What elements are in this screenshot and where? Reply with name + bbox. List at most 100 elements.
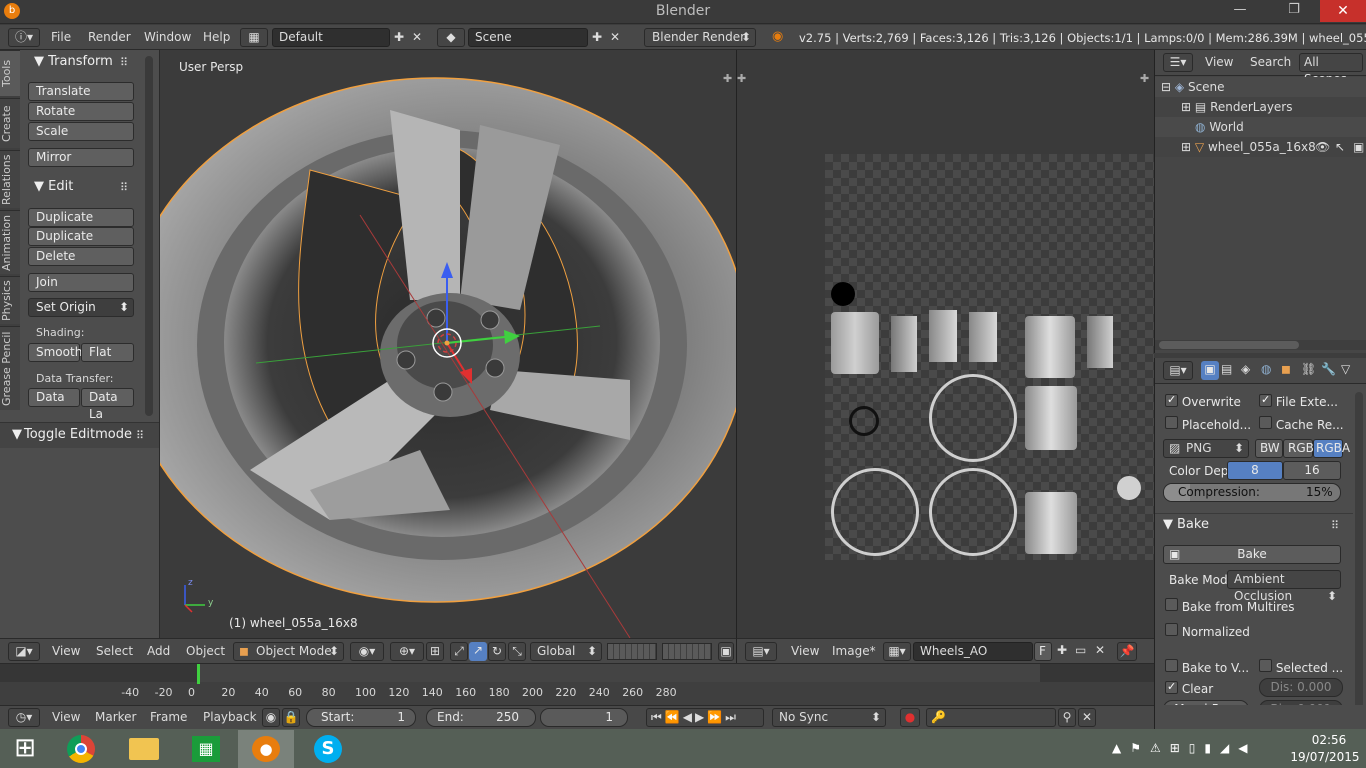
file-extensions-checkbox[interactable]: File Exte... (1259, 394, 1338, 409)
clock-time[interactable]: 02:56 (1304, 733, 1354, 747)
bake-from-multires-checkbox[interactable]: Bake from Multires (1165, 598, 1295, 614)
blender-icon[interactable]: ● (238, 730, 294, 768)
mirror-button[interactable]: Mirror (28, 148, 134, 167)
tab-physics[interactable]: Physics (0, 276, 20, 324)
editor-type-3d-icon[interactable]: ◪▾ (8, 642, 40, 661)
clear-checkbox[interactable]: Clear (1165, 681, 1213, 696)
bake-to-vertex-checkbox[interactable]: Bake to V... (1165, 659, 1249, 675)
cache-result-checkbox[interactable]: Cache Re... (1259, 416, 1344, 432)
remove-layout-icon[interactable]: ✕ (412, 30, 426, 44)
timeline-menu-marker[interactable]: Marker (95, 710, 136, 724)
pin-icon[interactable]: 📌 (1117, 642, 1137, 661)
editor-type-properties-icon[interactable]: ▤▾ (1163, 361, 1193, 380)
bake-mode-select[interactable]: Ambient Occlusion ⬍ (1227, 570, 1341, 603)
constraints-context-icon[interactable]: ⛓ (1301, 362, 1317, 376)
selected-to-active-checkbox[interactable]: Selected ... (1259, 659, 1343, 675)
fake-user-button[interactable]: F (1034, 642, 1052, 661)
outliner-row-wheel[interactable]: ⊞ ▽ wheel_055a_16x8 👁 ↖ ▣ (1155, 137, 1366, 157)
scene-context-icon[interactable]: ◈ (1241, 362, 1257, 376)
flat-button[interactable]: Flat (81, 343, 134, 362)
outliner-search-menu[interactable]: Search (1250, 55, 1291, 69)
image-name-field[interactable]: Wheels_AO (913, 642, 1033, 661)
insert-keyframe-icon[interactable]: ⚲ (1058, 708, 1076, 727)
overwrite-checkbox[interactable]: Overwrite (1165, 394, 1241, 409)
tab-create[interactable]: Create (0, 98, 20, 148)
editor-type-info-icon[interactable]: ⓘ▾ (8, 28, 40, 47)
bake-panel-header[interactable]: ▼ Bake ⠿ (1155, 513, 1353, 535)
render-context-icon[interactable]: ▣ (1201, 361, 1219, 380)
area-split-icon[interactable]: ✚ (1140, 72, 1149, 85)
tool-shelf-scrollbar[interactable] (145, 56, 153, 416)
bw-button[interactable]: BW (1255, 439, 1283, 458)
outliner-row-renderlayers[interactable]: ⊞ ▤ RenderLayers (1155, 97, 1366, 117)
file-explorer-icon[interactable] (116, 730, 172, 768)
preview-range-icon[interactable]: ◉ (262, 708, 280, 727)
timeline-menu-view[interactable]: View (52, 710, 80, 724)
set-origin-select[interactable]: Set Origin ⬍ (28, 298, 134, 317)
drag-handle-icon[interactable]: ⠿ (1331, 519, 1339, 532)
compression-slider[interactable]: Compression: 15% (1163, 483, 1341, 502)
world-context-icon[interactable]: ◍ (1261, 362, 1277, 376)
render-preview-icon[interactable]: ▣ (718, 642, 734, 661)
tab-animation[interactable]: Animation (0, 210, 20, 274)
maximize-button[interactable]: ❐ (1278, 0, 1310, 22)
close-button[interactable]: ✕ (1320, 0, 1366, 22)
normalized-checkbox[interactable]: Normalized (1165, 623, 1250, 639)
area-split-icon[interactable]: ✚ (723, 72, 732, 85)
tab-relations[interactable]: Relations (0, 150, 20, 208)
viewport-shading-icon[interactable]: ◉▾ (350, 642, 384, 661)
open-image-icon[interactable]: ▭ (1075, 643, 1086, 657)
skype-icon[interactable]: S (300, 730, 356, 768)
move-manipulator-icon[interactable]: ↗ (469, 642, 487, 661)
system-tray-icons[interactable]: ▲⚑⚠⊞▯▮◢◀ (1112, 741, 1256, 755)
file-format-select[interactable]: ▨ PNG ⬍ (1163, 439, 1249, 458)
menu-select[interactable]: Select (96, 644, 133, 658)
pivot-point-icon[interactable]: ⊕▾ (390, 642, 424, 661)
toggle-editmode-panel[interactable]: ▼ Toggle Editmode ⠿ (0, 422, 159, 448)
editor-type-outliner-icon[interactable]: ☰▾ (1163, 53, 1193, 72)
drag-handle-icon[interactable]: ⠿ (136, 429, 144, 442)
record-icon[interactable]: ● (900, 708, 920, 727)
menu-file[interactable]: File (51, 30, 71, 44)
outliner-hscrollbar[interactable] (1155, 340, 1366, 350)
layers-grid-a[interactable] (607, 643, 657, 660)
orientation-select[interactable]: Global ⬍ (530, 642, 602, 661)
menu-help[interactable]: Help (203, 30, 230, 44)
rotate-button[interactable]: Rotate (28, 102, 134, 121)
transform-panel-header[interactable]: ▼ Transform (34, 54, 113, 69)
data-layout-button[interactable]: Data La (81, 388, 134, 421)
join-button[interactable]: Join (28, 273, 134, 292)
display-mode-select[interactable]: All Scenes (1299, 53, 1363, 86)
tab-grease-pencil[interactable]: Grease Pencil (0, 326, 20, 410)
layout-grid-icon[interactable]: ▦ (240, 28, 268, 47)
camera-render-icon[interactable]: ▣ (1353, 137, 1364, 157)
store-icon[interactable]: ▦ (178, 730, 234, 768)
rotate-manipulator-icon[interactable]: ↻ (488, 642, 506, 661)
menu-add[interactable]: Add (147, 644, 170, 658)
menu-image[interactable]: Image* (832, 644, 876, 658)
mode-select[interactable]: ◼ Object Mode ⬍ (233, 642, 344, 661)
minimize-button[interactable]: — (1224, 0, 1256, 22)
add-scene-icon[interactable]: ✚ (592, 30, 602, 44)
end-frame-field[interactable]: End: 250 (426, 708, 536, 727)
area-split-icon[interactable]: ✚ (737, 72, 746, 85)
image-editor[interactable]: ✚ ✚ (736, 50, 1154, 638)
layout-field[interactable]: Default (272, 28, 390, 47)
timeline[interactable]: -40 -20 0 20 40 60 80 100 120 140 160 180 200 220 240 2… (0, 663, 1154, 705)
bake-button[interactable]: ▣ Bake (1163, 545, 1341, 564)
color-depth-16-button[interactable]: 16 (1283, 461, 1341, 480)
scene-icon[interactable]: ◆ (437, 28, 465, 47)
translate-button[interactable]: Translate (28, 82, 134, 101)
rgb-button[interactable]: RGB (1283, 439, 1314, 458)
smooth-button[interactable]: Smooth (28, 343, 82, 362)
edit-panel-header[interactable]: ▼ Edit (34, 179, 73, 194)
windows-start-icon[interactable]: ⊞ (0, 729, 50, 768)
sync-select[interactable]: No Sync ⬍ (772, 708, 886, 727)
data-transfer-button[interactable]: Data (28, 388, 80, 407)
image-browse-icon[interactable]: ▦▾ (883, 642, 911, 661)
current-frame-marker[interactable] (197, 664, 200, 684)
scale-manipulator-icon[interactable]: ⤡ (508, 642, 526, 661)
eye-icon[interactable]: 👁 (1315, 137, 1330, 157)
object-context-icon[interactable]: ◼ (1281, 362, 1297, 376)
delete-keyframe-icon[interactable]: ✕ (1078, 708, 1096, 727)
